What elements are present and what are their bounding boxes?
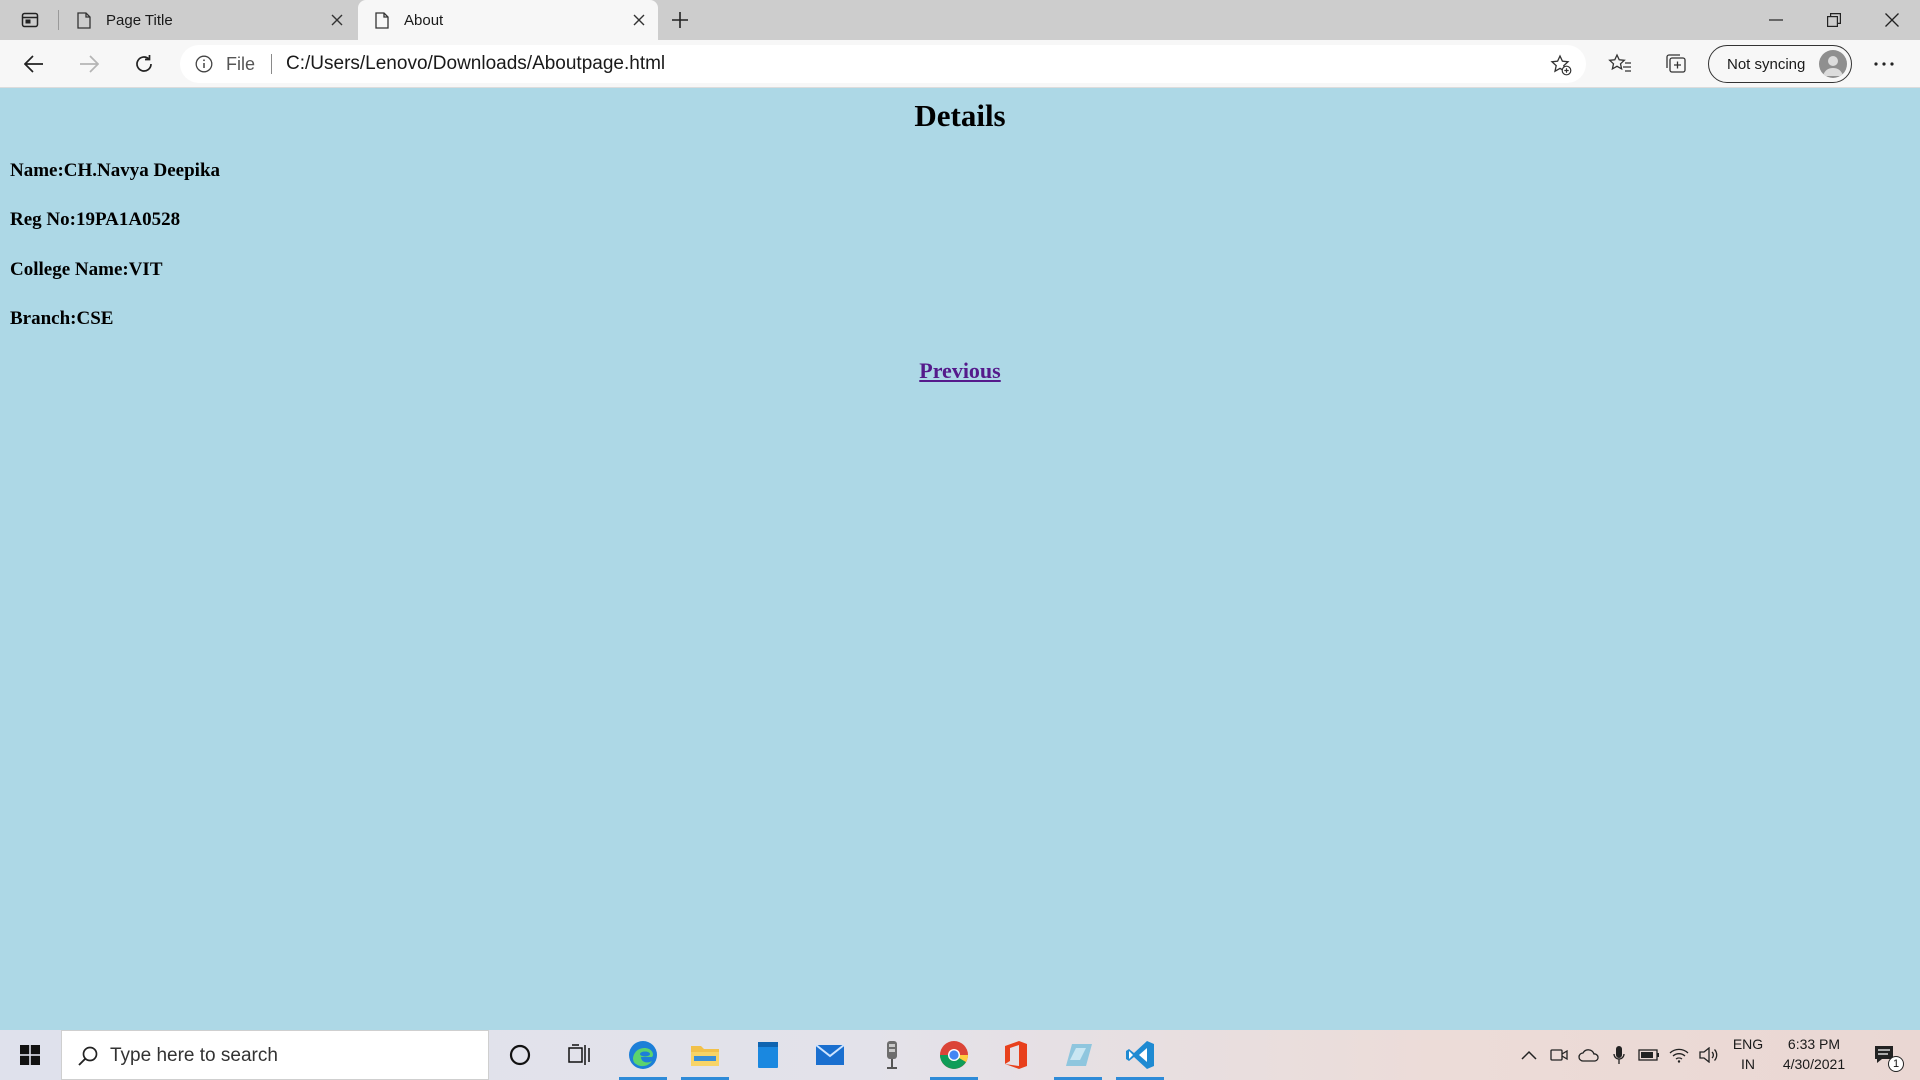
show-hidden-icons-chevron-icon[interactable] (1517, 1043, 1541, 1067)
browser-toolbar: File C:/Users/Lenovo/Downloads/Aboutpage… (0, 40, 1920, 88)
detail-name: Name:CH.Navya Deepika (10, 160, 221, 181)
battery-icon[interactable] (1637, 1043, 1661, 1067)
restore-icon (1827, 13, 1841, 27)
clock-time: 6:33 PM (1787, 1036, 1841, 1052)
add-favorite-star-icon[interactable] (1548, 52, 1574, 78)
edge-icon (629, 1041, 657, 1069)
forward-button[interactable] (71, 46, 107, 82)
new-tab-button[interactable] (664, 5, 696, 35)
taskbar: Type here to search ENG IN 6:33 PM 4/30/… (0, 1030, 1920, 1080)
avatar (1819, 50, 1847, 78)
taskbar-search[interactable]: Type here to search (61, 1030, 489, 1080)
volume-icon[interactable] (1697, 1043, 1721, 1067)
forward-arrow-icon (80, 55, 99, 73)
close-tab-icon[interactable] (322, 5, 352, 35)
back-arrow-icon (24, 55, 43, 73)
region-code: IN (1741, 1056, 1755, 1072)
close-tab-icon[interactable] (624, 5, 654, 35)
refresh-button[interactable] (126, 46, 162, 82)
restore-button[interactable] (1806, 0, 1862, 40)
clock[interactable]: 6:33 PM 4/30/2021 (1772, 1036, 1856, 1072)
microphone-app-icon (887, 1041, 897, 1069)
task-view-icon (568, 1044, 590, 1065)
page-viewport: Details Name:CH.Navya Deepika Reg No:19P… (0, 88, 1920, 1030)
microphone-icon[interactable] (1607, 1043, 1631, 1067)
tab-label: About (404, 11, 444, 29)
onedrive-cloud-icon[interactable] (1577, 1043, 1601, 1067)
office-icon (1005, 1041, 1027, 1069)
info-icon[interactable] (194, 54, 214, 74)
more-dots-icon (1874, 62, 1894, 66)
scheme-label: File (226, 54, 256, 74)
start-button[interactable] (0, 1030, 60, 1080)
profile-button[interactable]: Not syncing (1708, 45, 1852, 83)
profile-status: Not syncing (1727, 55, 1806, 73)
clock-date: 4/30/2021 (1782, 1056, 1846, 1072)
windows-logo-icon (20, 1045, 40, 1065)
chrome-button[interactable] (926, 1030, 982, 1080)
file-explorer-button[interactable] (677, 1030, 733, 1080)
close-icon (1885, 13, 1899, 27)
cortana-button[interactable] (492, 1030, 548, 1080)
search-icon (78, 1046, 98, 1066)
tab-separator (58, 10, 59, 30)
search-placeholder: Type here to search (110, 1045, 278, 1066)
language-code: ENG (1732, 1036, 1764, 1052)
document-icon (372, 10, 392, 30)
refresh-icon (136, 55, 152, 72)
address-bar[interactable]: File C:/Users/Lenovo/Downloads/Aboutpage… (180, 45, 1586, 83)
close-window-button[interactable] (1864, 0, 1920, 40)
plus-icon (672, 12, 688, 28)
pen-app-icon (1066, 1044, 1092, 1066)
notification-count: 1 (1888, 1056, 1904, 1072)
document-icon (74, 10, 94, 30)
chrome-icon (940, 1041, 968, 1069)
address-separator (271, 54, 272, 74)
edge-taskbar-button[interactable] (615, 1030, 671, 1080)
tab-actions-button[interactable] (10, 6, 50, 34)
tab-strip: Page Title About (0, 0, 1920, 40)
notepad-icon (758, 1042, 778, 1068)
minimize-button[interactable] (1748, 0, 1804, 40)
favorites-button[interactable] (1602, 46, 1638, 82)
task-view-button[interactable] (552, 1030, 608, 1080)
pen-app-button[interactable] (1050, 1030, 1106, 1080)
tab-page-title[interactable]: Page Title (60, 0, 356, 40)
previous-link[interactable]: Previous (919, 358, 1000, 383)
settings-more-button[interactable] (1866, 46, 1902, 82)
collections-icon (1666, 54, 1686, 73)
previous-link-container: Previous (0, 358, 1920, 384)
recorder-app-button[interactable] (864, 1030, 920, 1080)
page-heading: Details (914, 98, 1006, 133)
collections-button[interactable] (1658, 46, 1694, 82)
vscode-icon (1126, 1041, 1154, 1069)
action-center-button[interactable]: 1 (1866, 1042, 1906, 1072)
back-button[interactable] (16, 46, 52, 82)
wifi-icon[interactable] (1667, 1043, 1691, 1067)
favorites-list-icon (1608, 53, 1631, 72)
notepad-button[interactable] (740, 1030, 796, 1080)
detail-reg-no: Reg No:19PA1A0528 (10, 209, 181, 230)
tab-actions-icon (21, 12, 39, 28)
vscode-button[interactable] (1112, 1030, 1168, 1080)
detail-branch: Branch:CSE (10, 308, 114, 329)
mail-button[interactable] (802, 1030, 858, 1080)
language-indicator[interactable]: ENG IN (1726, 1036, 1770, 1072)
office-button[interactable] (988, 1030, 1044, 1080)
tab-about[interactable]: About (358, 0, 658, 40)
meet-now-icon[interactable] (1547, 1043, 1571, 1067)
mail-icon (815, 1044, 845, 1065)
cortana-icon (509, 1044, 531, 1066)
url-text[interactable]: C:/Users/Lenovo/Downloads/Aboutpage.html (286, 53, 665, 75)
minimize-icon (1769, 19, 1783, 21)
tab-label: Page Title (106, 11, 173, 29)
file-explorer-icon (691, 1046, 719, 1066)
detail-college: College Name:VIT (10, 259, 163, 280)
